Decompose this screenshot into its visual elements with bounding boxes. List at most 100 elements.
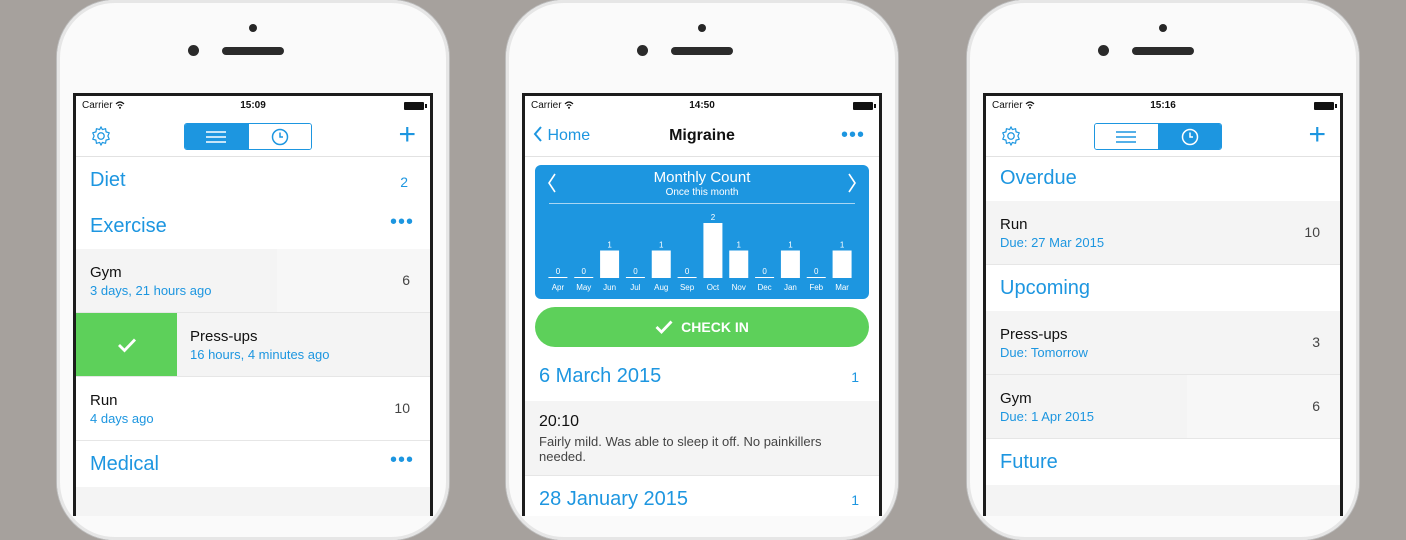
bar-value-label: 0 bbox=[814, 267, 819, 276]
section-title: Future bbox=[1000, 451, 1058, 473]
bar-oct bbox=[703, 223, 723, 278]
bar-value-label: 0 bbox=[633, 267, 638, 276]
section-title: Exercise bbox=[90, 215, 167, 237]
section-medical[interactable]: Medical ••• bbox=[76, 441, 430, 487]
day-count: 1 bbox=[851, 492, 859, 508]
check-in-button[interactable]: CHECK IN bbox=[535, 307, 869, 347]
screen-schedule: Carrier 15:16 + Overdue Run Due: 27 Mar … bbox=[983, 93, 1343, 516]
list-item-partial[interactable] bbox=[76, 487, 430, 516]
battery-icon bbox=[1314, 102, 1337, 110]
month-label: Jun bbox=[603, 283, 616, 292]
month-label: Mar bbox=[835, 283, 849, 292]
item-name: Gym bbox=[1000, 390, 1032, 407]
bar-aug bbox=[651, 250, 671, 278]
schedule-view-segment[interactable] bbox=[1157, 124, 1221, 149]
list-item-pressups[interactable]: Press-ups Due: Tomorrow 3 bbox=[986, 311, 1340, 375]
bar-dec bbox=[755, 277, 775, 278]
more-button[interactable]: ••• bbox=[841, 124, 865, 147]
item-count: 10 bbox=[394, 400, 410, 416]
section-title: Diet bbox=[90, 169, 126, 191]
bar-sep bbox=[677, 277, 697, 278]
day-section: 28 January 2015 1 bbox=[525, 476, 879, 516]
item-subtitle: 3 days, 21 hours ago bbox=[90, 283, 212, 298]
section-overdue: Overdue bbox=[986, 157, 1340, 201]
bar-jan bbox=[780, 250, 800, 278]
bar-jul bbox=[625, 277, 645, 278]
list-view-segment[interactable] bbox=[185, 124, 248, 149]
item-count: 6 bbox=[402, 272, 410, 288]
bar-apr bbox=[548, 277, 568, 278]
list-item-run[interactable]: Run 4 days ago 10 bbox=[76, 377, 430, 441]
checkmark-icon bbox=[655, 320, 673, 334]
bar-may bbox=[574, 277, 594, 278]
month-label: Sep bbox=[680, 283, 695, 292]
schedule-view-segment[interactable] bbox=[247, 124, 311, 149]
nav-bar: + bbox=[986, 116, 1340, 157]
status-bar: Carrier 14:50 bbox=[525, 96, 879, 116]
page-title: Migraine bbox=[669, 127, 735, 144]
monthly-count-chart: Monthly Count Once this month 0 Apr 0 May 1 J… bbox=[535, 165, 869, 299]
earpiece-speaker bbox=[1132, 47, 1194, 55]
front-camera bbox=[188, 45, 199, 56]
item-name: Gym bbox=[90, 264, 122, 281]
clock-icon bbox=[271, 128, 288, 145]
check-in-label: CHECK IN bbox=[681, 319, 749, 335]
list-icon bbox=[1116, 130, 1137, 143]
item-name: Run bbox=[1000, 216, 1028, 233]
nav-bar: + bbox=[76, 116, 430, 157]
sensor-dot bbox=[1159, 24, 1167, 32]
bar-value-label: 1 bbox=[788, 241, 793, 250]
checkin-swipe-action[interactable] bbox=[76, 313, 177, 376]
bar-value-label: 0 bbox=[685, 267, 690, 276]
entry-row[interactable]: 20:10 Fairly mild. Was able to sleep it … bbox=[525, 401, 879, 476]
section-future: Future bbox=[986, 439, 1340, 485]
list-item-pressups[interactable]: Press-ups 16 hours, 4 minutes ago bbox=[76, 313, 430, 377]
bar-nov bbox=[729, 250, 749, 278]
more-button[interactable]: ••• bbox=[390, 449, 414, 472]
list-item-gym[interactable]: Gym Due: 1 Apr 2015 6 bbox=[986, 375, 1340, 439]
month-label: Dec bbox=[757, 283, 771, 292]
sensor-dot bbox=[698, 24, 706, 32]
add-icon[interactable]: + bbox=[1308, 120, 1326, 150]
day-count: 1 bbox=[851, 369, 859, 385]
bar-mar bbox=[832, 250, 852, 278]
month-label: Aug bbox=[654, 283, 668, 292]
list-item-partial[interactable] bbox=[986, 485, 1340, 516]
bar-value-label: 1 bbox=[840, 241, 845, 250]
list-item-gym[interactable]: Gym 3 days, 21 hours ago 6 bbox=[76, 249, 430, 313]
month-label: Jan bbox=[784, 283, 797, 292]
item-subtitle: Due: 27 Mar 2015 bbox=[1000, 235, 1105, 250]
bar-value-label: 0 bbox=[762, 267, 767, 276]
front-camera bbox=[1098, 45, 1109, 56]
nav-bar: Home Migraine ••• bbox=[525, 116, 879, 157]
month-label: Jul bbox=[630, 283, 640, 292]
item-name: Run bbox=[90, 392, 118, 409]
bar-feb bbox=[806, 277, 826, 278]
phone-3: Carrier 15:16 + Overdue Run Due: 27 Mar … bbox=[967, 0, 1359, 540]
front-camera bbox=[637, 45, 648, 56]
list-view-segment[interactable] bbox=[1095, 124, 1158, 149]
month-label: Nov bbox=[732, 283, 746, 292]
checkmark-icon bbox=[117, 338, 136, 353]
month-label: Oct bbox=[707, 283, 720, 292]
gear-icon[interactable] bbox=[1000, 125, 1022, 147]
gear-icon[interactable] bbox=[90, 125, 112, 147]
section-exercise[interactable]: Exercise ••• bbox=[76, 203, 430, 249]
day-date: 6 March 2015 bbox=[539, 365, 662, 387]
section-diet[interactable]: Diet 2 bbox=[76, 157, 430, 203]
item-subtitle: Due: Tomorrow bbox=[1000, 345, 1088, 360]
status-bar: Carrier 15:09 bbox=[76, 96, 430, 116]
list-item-run[interactable]: Run Due: 27 Mar 2015 10 bbox=[986, 201, 1340, 265]
bar-value-label: 0 bbox=[582, 267, 587, 276]
screen-detail: Carrier 14:50 Home Migraine ••• Monthly … bbox=[522, 93, 882, 516]
more-button[interactable]: ••• bbox=[390, 211, 414, 234]
sensor-dot bbox=[249, 24, 257, 32]
add-icon[interactable]: + bbox=[398, 120, 416, 150]
month-label: Apr bbox=[552, 283, 565, 292]
view-segmented-control bbox=[184, 123, 312, 150]
item-subtitle: Due: 1 Apr 2015 bbox=[1000, 409, 1094, 424]
screen-list: Carrier 15:09 + Diet 2 Exercise ••• Gym … bbox=[73, 93, 433, 516]
phone-2: Carrier 14:50 Home Migraine ••• Monthly … bbox=[506, 0, 898, 540]
section-upcoming: Upcoming bbox=[986, 265, 1340, 311]
bar-value-label: 1 bbox=[607, 241, 612, 250]
